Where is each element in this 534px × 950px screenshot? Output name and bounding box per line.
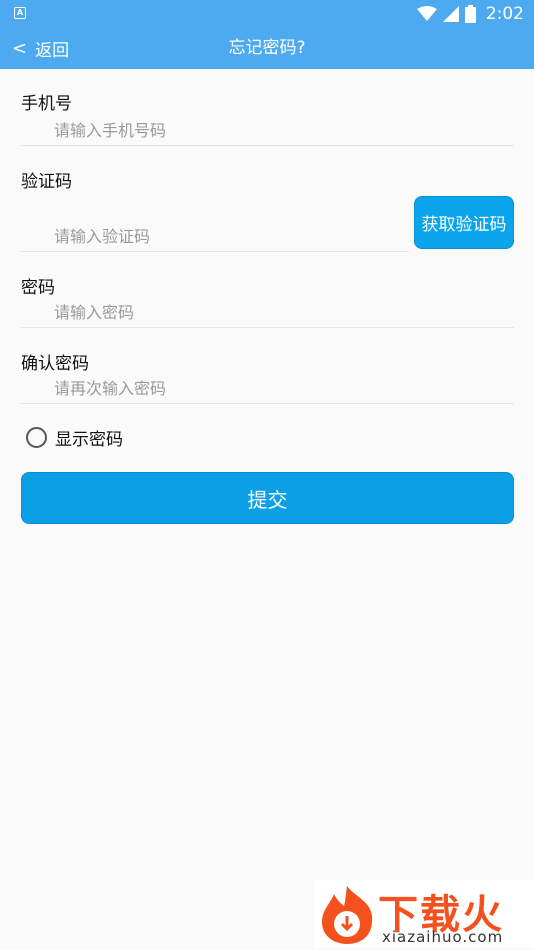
chevron-left-icon: < [12,38,28,59]
get-code-button[interactable]: 获取验证码 [414,196,514,249]
flame-logo-icon [322,886,373,944]
submit-button[interactable]: 提交 [21,472,514,524]
battery-icon [464,5,476,23]
code-label: 验证码 [21,172,72,192]
clock: 2:02 [485,4,524,24]
watermark: 下载火 xiazaihuo.com [314,880,534,948]
phone-label: 手机号 [21,94,72,114]
confirm-password-label: 确认密码 [21,354,89,374]
back-label: 返回 [35,41,70,61]
password-label: 密码 [21,278,55,298]
status-bar: A 2:02 [0,0,534,28]
signal-icon [442,6,459,22]
code-input[interactable] [21,222,409,252]
show-password-toggle[interactable]: 显示密码 [26,424,123,450]
watermark-url: xiazaihuo.com [382,928,504,946]
app-notification-icon: A [14,7,26,19]
page-title: 忘记密码? [228,38,306,58]
password-input[interactable] [21,298,514,328]
confirm-password-input[interactable] [21,374,514,404]
back-button[interactable]: < 返回 [12,28,69,69]
wifi-icon [416,6,437,21]
show-password-label: 显示密码 [55,429,123,450]
status-icons: 2:02 [416,3,524,25]
phone-input[interactable] [21,116,514,146]
app-bar: < 返回 忘记密码? [0,28,534,69]
radio-circle-icon[interactable] [26,426,47,448]
